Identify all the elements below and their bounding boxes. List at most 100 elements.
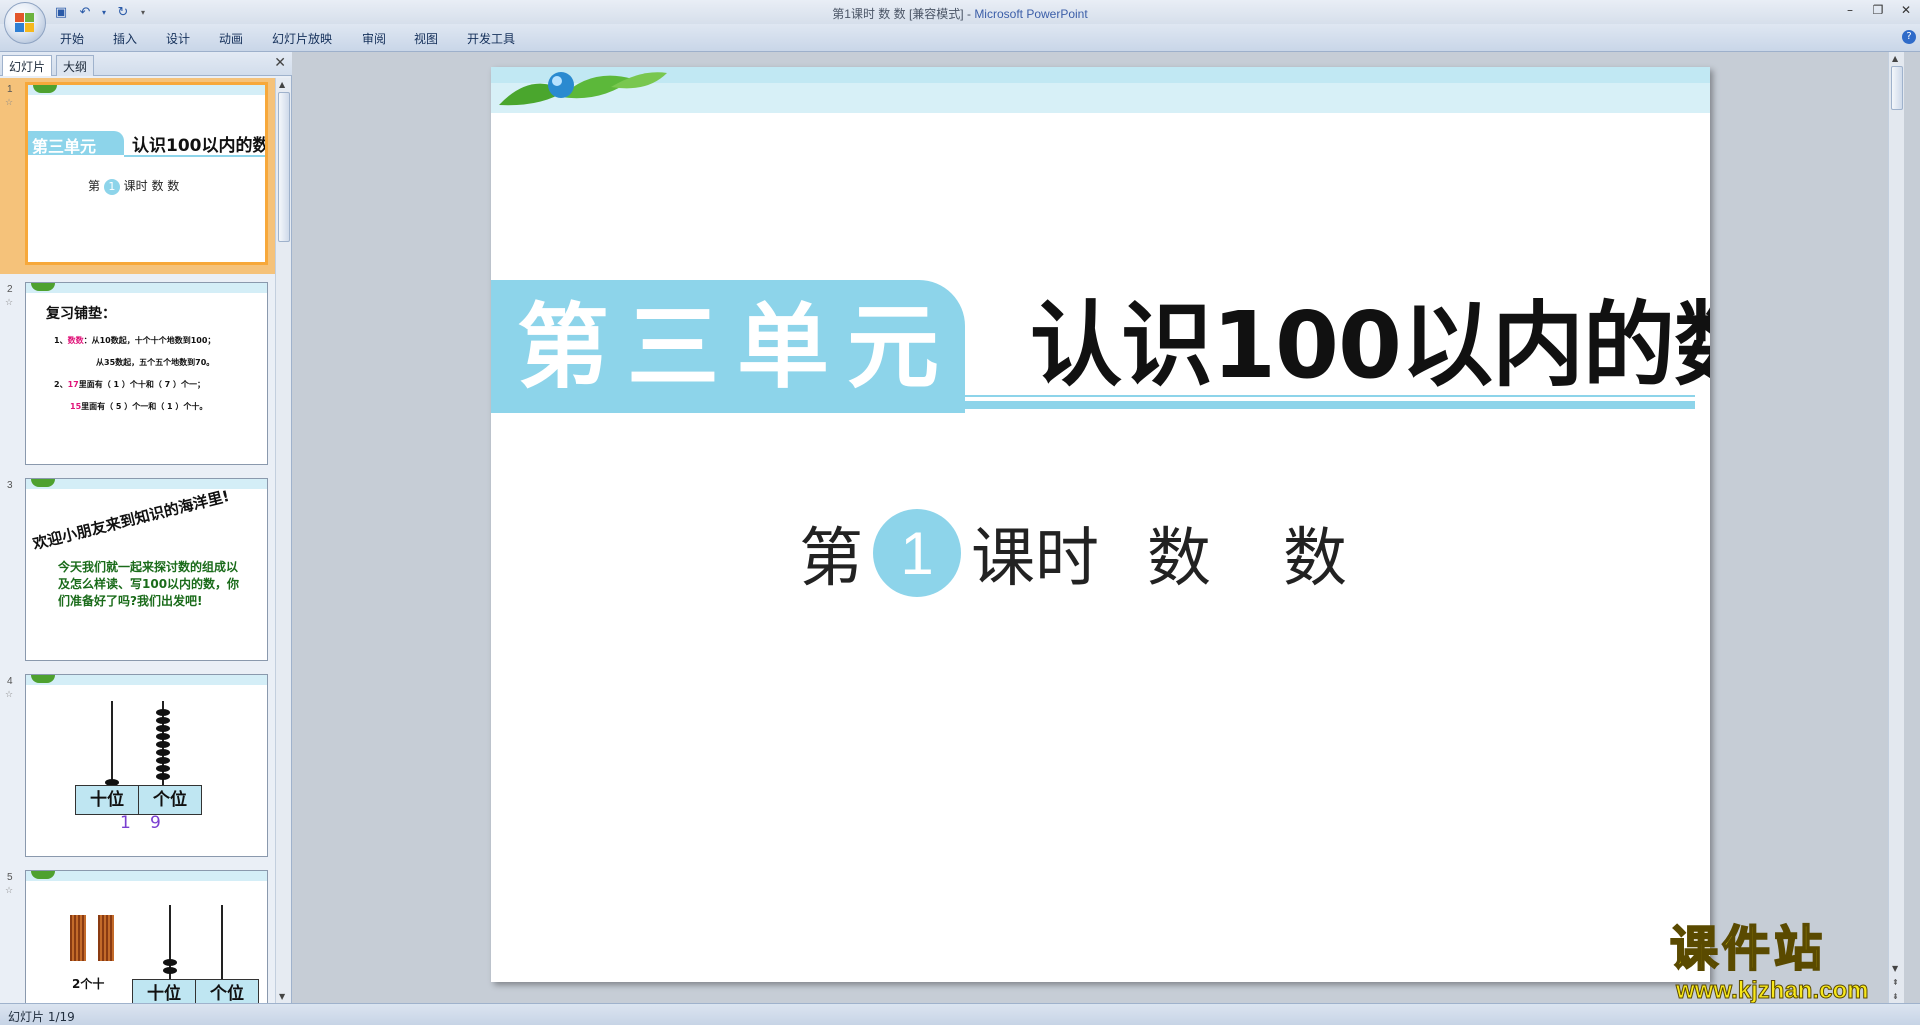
abacus-bead — [156, 765, 170, 772]
top-band-light — [491, 67, 1710, 83]
tab-slides[interactable]: 幻灯片 — [2, 55, 53, 76]
scroll-down-icon[interactable]: ▼ — [279, 992, 285, 1001]
digit-tens: 1 — [120, 813, 131, 833]
thumb-label: 2个十 — [72, 977, 105, 991]
place-ones-box: 个位 — [195, 979, 259, 1003]
scroll-up-icon[interactable]: ▲ — [1892, 54, 1898, 63]
thumb-line-4: 15里面有（ 5 ）个一和（ 1 ）个十。 — [70, 401, 207, 412]
thumb-lesson-post: 课时 数 数 — [123, 179, 180, 193]
thumb-line-3: 2、17里面有（ 1 ）个十和（ 7 ）个一； — [54, 379, 205, 390]
status-bar: 幻灯片 1/19 — [0, 1003, 1920, 1025]
slide-number: 5 — [7, 872, 13, 883]
slide-thumbnail[interactable]: 第三单元 认识100以内的数 第 1 课时 数 数 — [25, 82, 268, 265]
abacus-bead — [163, 959, 177, 966]
thumbnail-scrollbar[interactable]: ▲ ▼ — [275, 78, 291, 1003]
slide-number: 2 — [7, 284, 13, 295]
thumb-title: 认识100以内的数 — [132, 136, 268, 156]
current-slide[interactable]: 第三单元 认识100以内的数 第 1 课时 数 数 — [491, 67, 1710, 982]
thumb-body-text: 今天我们就一起来探讨数的组成以及怎么样读、写100以内的数，你们准备好了吗?我们… — [58, 560, 240, 608]
tab-design[interactable]: 设计 — [166, 30, 190, 47]
animation-star-icon: ☆ — [5, 98, 14, 108]
stick-bundle-icon — [70, 915, 86, 961]
unit-banner: 第三单元 — [491, 280, 965, 413]
lesson-topic-2: 数 — [1283, 522, 1347, 596]
tab-home[interactable]: 开始 — [60, 30, 84, 47]
watermark-title: 课件站 — [1669, 921, 1827, 977]
thumb-text-highlight: 数数 — [67, 336, 84, 345]
tab-review[interactable]: 审阅 — [362, 30, 386, 47]
tab-slideshow[interactable]: 幻灯片放映 — [272, 30, 332, 47]
thumb-band — [26, 871, 267, 881]
abacus-rod-tens — [111, 701, 113, 787]
lesson-subtitle: 第 1 课时 数 数 — [799, 503, 1347, 603]
thumb-band — [26, 479, 267, 489]
thumbnail-slide-1[interactable]: 1 ☆ 第三单元 认识100以内的数 第 1 课时 数 数 — [0, 78, 276, 274]
slide-thumbnail[interactable]: 2个十 十位 个位 — [25, 870, 268, 1003]
document-title: 第1课时 数 数 [兼容模式] - — [832, 7, 975, 21]
abacus-bead — [156, 773, 170, 780]
scrollbar-thumb[interactable] — [278, 92, 290, 242]
tab-view[interactable]: 视图 — [414, 30, 438, 47]
abacus-bead — [156, 749, 170, 756]
thumbnail-slide-5[interactable]: 5 ☆ 2个十 十位 个位 — [0, 866, 276, 1003]
tab-outline[interactable]: 大纲 — [56, 55, 95, 76]
slide-thumbnail[interactable]: 欢迎小朋友来到知识的海洋里! 今天我们就一起来探讨数的组成以及怎么样读、写100… — [25, 478, 268, 661]
thumb-text-highlight: 17 — [67, 380, 79, 389]
help-icon[interactable]: ? — [1902, 30, 1916, 44]
title-underline — [965, 401, 1695, 409]
close-pane-icon[interactable]: ✕ — [274, 55, 286, 71]
slide-number: 1 — [7, 84, 13, 95]
leaf-decoration-icon — [499, 72, 667, 106]
thumb-arc-title: 欢迎小朋友来到知识的海洋里! — [30, 486, 232, 554]
tab-insert[interactable]: 插入 — [113, 30, 137, 47]
thumbnail-list: 1 ☆ 第三单元 认识100以内的数 第 1 课时 数 数 2 ☆ 复习铺垫： … — [0, 78, 276, 1003]
thumb-band — [26, 675, 267, 685]
thumbnail-slide-4[interactable]: 4 ☆ 十位 个位 1 9 — [0, 670, 276, 866]
thumb-line-2: 从35数起，五个五个地数到70。 — [96, 358, 215, 367]
thumb-lesson-num: 1 — [103, 179, 120, 195]
thumb-text: 里面有（ 5 ）个一和（ 1 ）个十。 — [81, 402, 208, 411]
slide-counter: 幻灯片 1/19 — [8, 1010, 75, 1024]
ribbon-tabs: 开始 插入 设计 动画 幻灯片放映 审阅 视图 开发工具 ? — [0, 24, 1920, 52]
editor-scrollbar[interactable]: ▲ ▼ ⇞ ⇟ — [1888, 52, 1904, 1003]
tab-animations[interactable]: 动画 — [219, 30, 243, 47]
abacus-bead — [156, 717, 170, 724]
stick-bundle-icon — [98, 915, 114, 961]
unit-label: 第三单元 — [517, 294, 958, 401]
app-name: Microsoft PowerPoint — [974, 7, 1088, 21]
animation-star-icon: ☆ — [5, 886, 14, 896]
lesson-prefix: 第 — [799, 522, 863, 596]
scroll-up-icon[interactable]: ▲ — [279, 80, 285, 89]
watermark-logo: 课件站 www.kjzhan.com — [1669, 921, 1906, 1005]
close-icon[interactable]: ✕ — [1892, 0, 1920, 20]
slide-editor: 第三单元 认识100以内的数 第 1 课时 数 数 ▲ ▼ ⇞ ⇟ — [293, 52, 1904, 1003]
slide-number: 4 — [7, 676, 13, 687]
window-controls: – ❐ ✕ — [1836, 0, 1920, 20]
abacus-bead — [156, 741, 170, 748]
abacus-bead — [156, 725, 170, 732]
slides-pane: 幻灯片 大纲 ✕ 1 ☆ 第三单元 认识100以内的数 第 1 课时 数 数 2… — [0, 52, 292, 1003]
minimize-icon[interactable]: – — [1836, 0, 1864, 20]
tab-developer[interactable]: 开发工具 — [467, 30, 515, 47]
thumb-text: 里面有（ 1 ）个十和（ 7 ）个一； — [78, 380, 205, 389]
thumbnail-slide-2[interactable]: 2 ☆ 复习铺垫： 1、数数：从10数起，十个十个地数到100； 从35数起，五… — [0, 278, 276, 474]
lesson-number-badge: 1 — [873, 509, 961, 597]
slide-thumbnail[interactable]: 十位 个位 1 9 — [25, 674, 268, 857]
thumb-text-highlight: 15 — [70, 402, 82, 411]
thumb-lesson: 第 1 课时 数 数 — [88, 177, 179, 195]
office-logo-icon — [15, 13, 35, 33]
scrollbar-thumb[interactable] — [1891, 66, 1903, 110]
slide-title: 认识100以内的数 — [1030, 292, 1710, 399]
thumb-text: 2、 — [54, 380, 68, 389]
restore-icon[interactable]: ❐ — [1864, 0, 1892, 20]
lesson-topic-1: 数 — [1147, 522, 1211, 596]
office-button[interactable] — [4, 2, 46, 44]
animation-star-icon: ☆ — [5, 298, 14, 308]
abacus-bead — [156, 709, 170, 716]
thumb-text: ：从10数起，十个十个地数到100； — [83, 336, 216, 345]
thumb-lesson-pre: 第 — [88, 179, 101, 193]
lesson-word: 课时 — [971, 522, 1099, 596]
thumbnail-slide-3[interactable]: 3 欢迎小朋友来到知识的海洋里! 今天我们就一起来探讨数的组成以及怎么样读、写1… — [0, 474, 276, 670]
slide-thumbnail[interactable]: 复习铺垫： 1、数数：从10数起，十个十个地数到100； 从35数起，五个五个地… — [25, 282, 268, 465]
thumb-text: 1、 — [54, 336, 68, 345]
